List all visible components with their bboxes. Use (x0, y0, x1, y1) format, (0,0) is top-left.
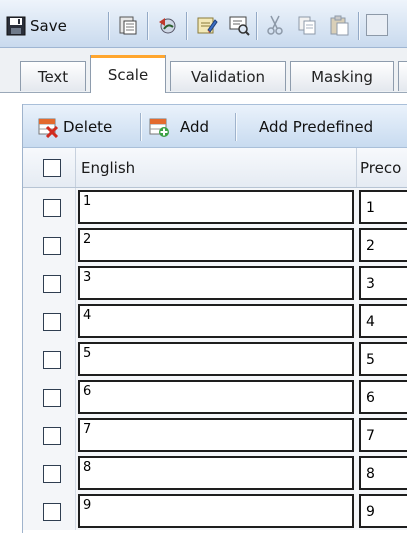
column-divider (75, 302, 76, 340)
row-checkbox[interactable] (43, 465, 61, 483)
select-all-cell (43, 148, 61, 187)
add-predefined-button[interactable]: Add Predefined (259, 115, 373, 139)
grid-toolbar-separator (140, 113, 141, 141)
tab-scale[interactable]: Scale (90, 55, 166, 93)
column-divider (75, 226, 76, 264)
precode-field[interactable] (359, 228, 407, 262)
column-header-english[interactable]: English (81, 148, 135, 187)
table-row: 9 9 (23, 492, 407, 530)
precode-field[interactable] (359, 418, 407, 452)
table-row: 4 4 (23, 302, 407, 340)
save-label: Save (30, 17, 67, 35)
toolbar-separator (147, 12, 148, 40)
column-divider (75, 378, 76, 416)
column-divider (75, 454, 76, 492)
table-row: 5 5 (23, 340, 407, 378)
preview-icon[interactable] (228, 14, 250, 36)
column-divider (356, 148, 357, 187)
table-row: 8 8 (23, 454, 407, 492)
english-text-field[interactable] (78, 494, 354, 528)
english-text-field[interactable] (78, 190, 354, 224)
toolbar-separator (108, 12, 109, 40)
row-checkbox[interactable] (43, 389, 61, 407)
english-text-field[interactable] (78, 304, 354, 338)
precode-field[interactable] (359, 380, 407, 414)
paste-special-icon[interactable] (117, 14, 139, 36)
copy-icon[interactable] (296, 14, 318, 36)
cut-icon[interactable] (264, 14, 286, 36)
edit-notes-icon[interactable] (196, 14, 218, 36)
row-checkbox[interactable] (43, 351, 61, 369)
precode-field[interactable] (359, 190, 407, 224)
row-checkbox[interactable] (43, 427, 61, 445)
column-header-precode[interactable]: Preco (360, 148, 401, 187)
tab-text[interactable]: Text (20, 61, 86, 91)
grid-header-row: English Preco (23, 148, 407, 188)
column-divider (75, 340, 76, 378)
tab-validation-label: Validation (190, 67, 266, 86)
precode-field[interactable] (359, 342, 407, 376)
delete-button[interactable]: Delete (37, 115, 112, 139)
add-button[interactable]: Add (148, 115, 209, 139)
toolbar-separator (358, 12, 359, 40)
row-checkbox[interactable] (43, 199, 61, 217)
table-row: 6 6 (23, 378, 407, 416)
tab-scale-label: Scale (107, 65, 149, 84)
grid-toolbar: Delete Add Add Predefined (23, 104, 407, 148)
english-text-field[interactable] (78, 342, 354, 376)
main-toolbar: Save (0, 0, 407, 48)
select-all-checkbox[interactable] (43, 158, 61, 177)
tab-masking-label: Masking (311, 67, 373, 86)
precode-field[interactable] (359, 304, 407, 338)
delete-rows-icon (38, 118, 59, 138)
column-divider (75, 188, 76, 226)
tab-validation[interactable]: Validation (170, 61, 286, 91)
english-text-field[interactable] (78, 456, 354, 490)
row-checkbox[interactable] (43, 237, 61, 255)
column-divider (75, 148, 76, 187)
column-divider (75, 264, 76, 302)
scale-grid: Delete Add Add Predefined English Preco … (22, 104, 407, 533)
tab-bar: Text Scale Validation Masking (0, 48, 407, 93)
precode-field[interactable] (359, 456, 407, 490)
table-row: 7 7 (23, 416, 407, 454)
row-checkbox[interactable] (43, 313, 61, 331)
delete-label: Delete (63, 118, 113, 136)
add-row-icon (149, 118, 169, 137)
row-checkbox[interactable] (43, 275, 61, 293)
tab-masking[interactable]: Masking (290, 61, 394, 91)
table-row: 2 2 (23, 226, 407, 264)
paste-icon[interactable] (328, 14, 350, 36)
table-row: 3 3 (23, 264, 407, 302)
column-header-precode-label: Preco (360, 158, 402, 177)
column-header-english-label: English (81, 158, 136, 177)
undo-history-icon[interactable] (156, 14, 178, 36)
scale-panel: Delete Add Add Predefined English Preco … (0, 93, 407, 533)
precode-field[interactable] (359, 494, 407, 528)
toolbar-separator (256, 12, 257, 40)
more-tools-icon[interactable] (366, 14, 388, 36)
grid-toolbar-separator (235, 113, 236, 141)
english-text-field[interactable] (78, 380, 354, 414)
floppy-disk-icon (6, 16, 26, 36)
table-row: 1 1 (23, 188, 407, 226)
english-text-field[interactable] (78, 228, 354, 262)
row-checkbox[interactable] (43, 503, 61, 521)
toolbar-separator (186, 12, 187, 40)
add-predefined-label: Add Predefined (259, 118, 374, 136)
column-divider (75, 492, 76, 530)
english-text-field[interactable] (78, 266, 354, 300)
tab-text-label: Text (37, 67, 69, 86)
save-button[interactable]: Save (6, 14, 67, 38)
precode-field[interactable] (359, 266, 407, 300)
add-label: Add (180, 118, 210, 136)
english-text-field[interactable] (78, 418, 354, 452)
column-divider (75, 416, 76, 454)
tab-overflow[interactable] (398, 61, 407, 91)
